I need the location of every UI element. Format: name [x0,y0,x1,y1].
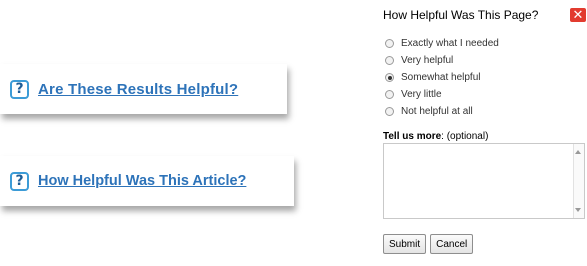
radio-button[interactable] [385,107,394,116]
feedback-link-card-results: ? Are These Results Helpful? [0,64,287,114]
comment-label-bold: Tell us more [383,131,442,142]
radio-button[interactable] [385,56,394,65]
radio-button[interactable] [385,90,394,99]
dialog-buttons: Submit Cancel [383,234,474,254]
textarea-scrollbar[interactable] [573,144,584,218]
radio-button[interactable] [385,39,394,48]
close-icon[interactable]: ✕ [570,8,586,22]
results-helpful-link[interactable]: Are These Results Helpful? [38,81,238,98]
feedback-link-card-article: ? How Helpful Was This Article? [0,156,294,206]
article-helpful-link[interactable]: How Helpful Was This Article? [38,173,246,189]
rating-option[interactable]: Very little [385,86,499,103]
dialog-title: How Helpful Was This Page? [383,8,539,22]
cancel-button[interactable]: Cancel [430,234,474,254]
rating-option[interactable]: Not helpful at all [385,103,499,120]
rating-option-label: Not helpful at all [401,106,473,117]
comment-textarea[interactable] [383,143,585,219]
comment-label: Tell us more: (optional) [383,131,488,142]
rating-option-label: Exactly what I needed [401,38,499,49]
rating-option-label: Very helpful [401,55,454,66]
help-question-icon: ? [10,171,29,191]
rating-option-label: Somewhat helpful [401,72,481,83]
rating-option-label: Very little [401,89,442,100]
rating-option[interactable]: Exactly what I needed [385,35,499,52]
rating-option[interactable]: Very helpful [385,52,499,69]
feedback-dialog: How Helpful Was This Page? ✕ Exactly wha… [377,0,587,266]
scroll-up-arrow-icon[interactable] [575,150,581,154]
radio-button-selected[interactable] [385,73,394,82]
rating-option[interactable]: Somewhat helpful [385,69,499,86]
submit-button[interactable]: Submit [383,234,427,254]
scroll-down-arrow-icon[interactable] [575,208,581,212]
help-question-icon: ? [10,79,29,99]
rating-options: Exactly what I needed Very helpful Somew… [385,35,499,120]
comment-label-optional: : (optional) [441,131,489,142]
